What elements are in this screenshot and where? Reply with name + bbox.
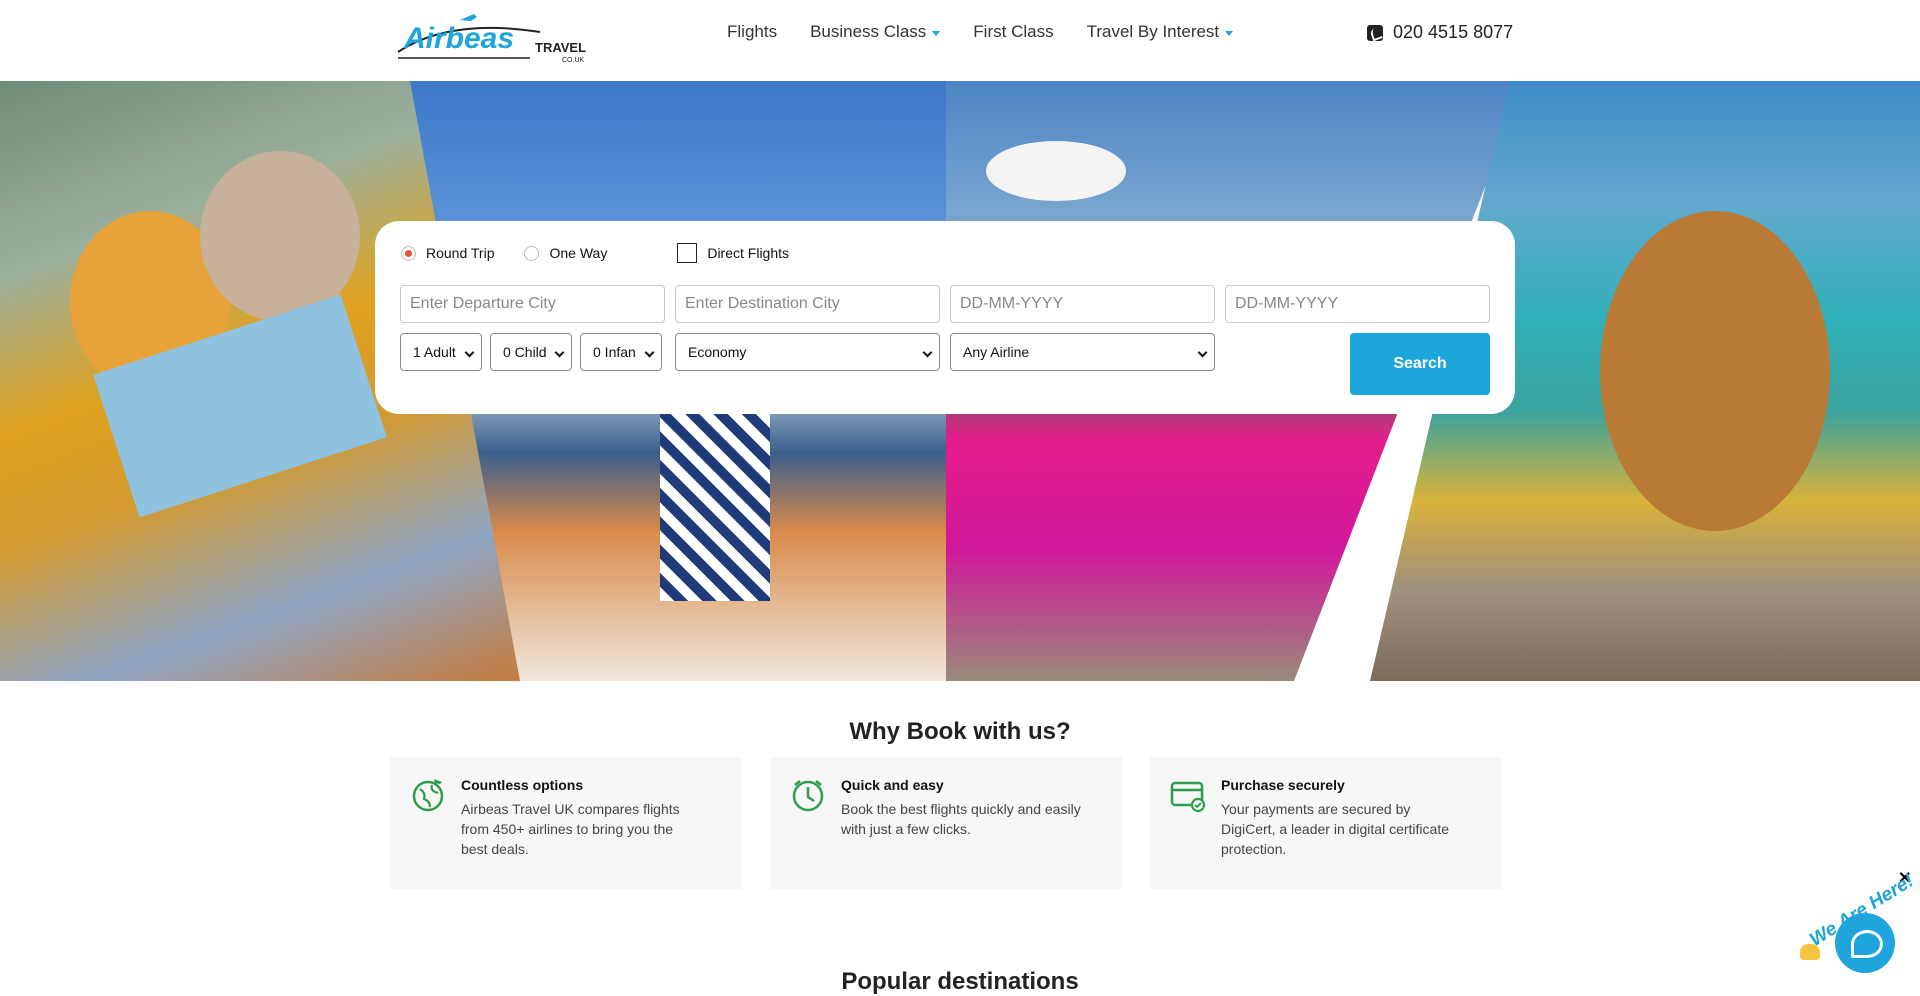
direct-flights-label[interactable]: Direct Flights [707,245,789,261]
airline-value: Any Airline [963,344,1030,360]
globe-icon [412,779,444,812]
nav-first-class[interactable]: First Class [973,22,1053,42]
flight-search-form: Round Trip One Way Direct Flights Enter … [375,221,1515,414]
site-header: Airbeas TRAVEL CO.UK Flights Business Cl… [0,0,1920,81]
feature-title: Countless options [461,777,584,793]
departure-date-placeholder: DD-MM-YYYY [960,295,1064,312]
adults-select[interactable]: 1 Adult [400,333,482,371]
nav-travel-by-interest-label: Travel By Interest [1086,22,1220,41]
one-way-radio[interactable] [524,245,540,261]
search-button[interactable]: Search [1350,333,1490,395]
cabin-value: Economy [688,344,747,360]
infants-select[interactable]: 0 Infan [580,333,662,371]
feature-card-purchase-securely: Purchase securely Your payments are secu… [1150,757,1502,889]
phone-contact[interactable]: 020 4515 8077 [1367,22,1513,43]
caret-down-icon [932,30,941,36]
feature-text: Airbeas Travel UK compares flights from … [461,801,680,857]
chevron-down-icon [464,347,475,358]
children-value: 0 Child [503,344,547,360]
nav-first-class-label: First Class [973,22,1054,41]
round-trip-radio[interactable] [401,245,416,261]
phone-icon [1367,24,1383,41]
feature-card-countless-options: Countless options Airbeas Travel UK comp… [390,757,742,889]
nav-business-class-label: Business Class [810,22,927,41]
airline-select[interactable]: Any Airline [950,333,1215,371]
svg-text:TRAVEL: TRAVEL [535,40,586,55]
round-trip-label[interactable]: Round Trip [426,245,494,261]
secure-card-icon [1170,781,1206,813]
feature-card-quick-and-easy: Quick and easy Book the best flights qui… [770,757,1122,889]
departure-city-input[interactable]: Enter Departure City [400,285,665,323]
children-select[interactable]: 0 Child [490,333,572,371]
nav-travel-by-interest[interactable]: Travel By Interest [1087,22,1234,42]
return-date-placeholder: DD-MM-YYYY [1235,295,1339,312]
nav-business-class[interactable]: Business Class [810,22,941,42]
popular-destinations-title: Popular destinations [841,968,1079,995]
departure-date-input[interactable]: DD-MM-YYYY [950,285,1215,323]
why-book-title: Why Book with us? [849,718,1071,745]
return-date-input[interactable]: DD-MM-YYYY [1225,285,1490,323]
feature-text: Book the best flights quickly and easily… [841,801,1081,837]
adults-value: 1 Adult [413,344,456,360]
caret-down-icon [1225,30,1234,36]
destination-city-input[interactable]: Enter Destination City [675,285,940,323]
clock-icon [792,780,824,812]
feature-title: Quick and easy [841,777,944,793]
photo-hat [986,141,1126,201]
feature-text: Your payments are secured by DigiCert, a… [1221,801,1449,857]
infants-value: 0 Infan [593,344,636,360]
svg-text:Airbeas: Airbeas [403,22,514,55]
destination-placeholder: Enter Destination City [685,295,840,312]
chevron-down-icon [554,347,565,358]
feature-title: Purchase securely [1221,777,1345,793]
photo-figure [1600,211,1830,531]
waving-hand-icon [1800,944,1820,960]
chevron-down-icon [922,347,933,358]
chat-button[interactable] [1835,913,1895,973]
logo-graphic: Airbeas TRAVEL CO.UK [397,14,586,64]
svg-text:CO.UK: CO.UK [562,57,585,64]
cabin-class-select[interactable]: Economy [675,333,940,371]
trip-options: Round Trip One Way Direct Flights [401,243,819,263]
photo-figure [660,401,770,601]
departure-placeholder: Enter Departure City [410,295,556,312]
direct-flights-checkbox[interactable] [677,243,698,263]
chevron-down-icon [644,347,655,358]
airbeas-logo[interactable]: Airbeas TRAVEL CO.UK [390,8,590,64]
nav-flights[interactable]: Flights [727,22,777,42]
nav-flights-label: Flights [727,22,778,41]
one-way-label[interactable]: One Way [549,245,607,261]
main-nav: Flights Business Class First Class Trave… [727,22,1266,42]
phone-number: 020 4515 8077 [1393,22,1514,42]
chevron-down-icon [1197,347,1208,358]
